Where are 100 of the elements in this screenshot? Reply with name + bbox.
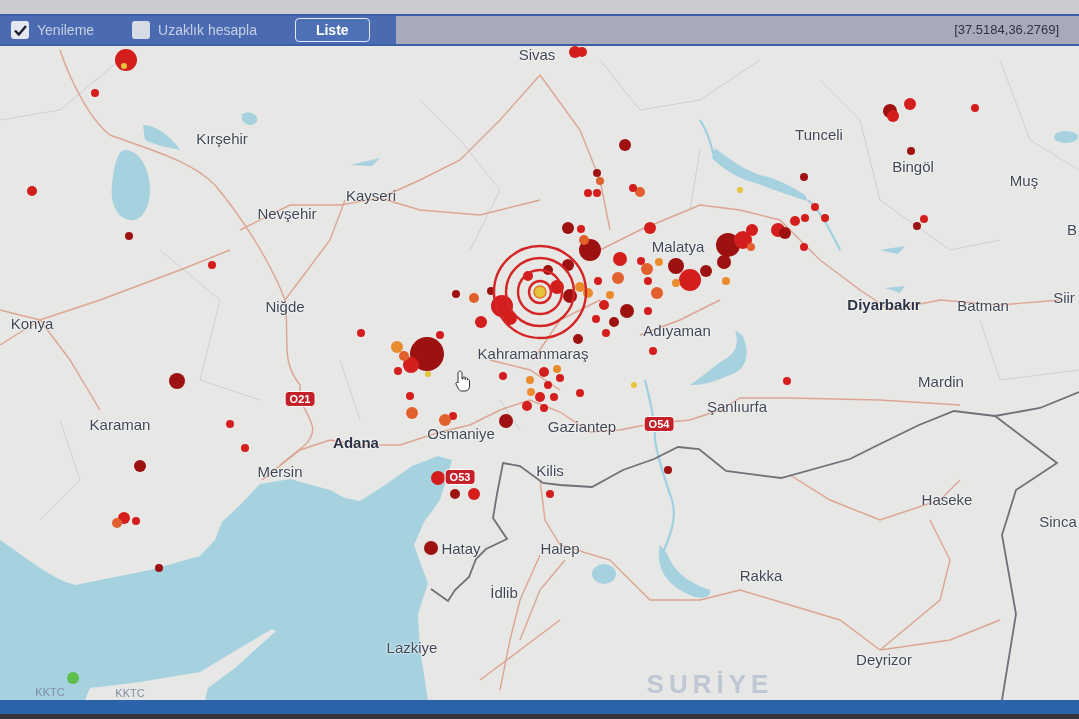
circle-marker-icon[interactable] <box>436 331 444 339</box>
circle-marker-icon[interactable] <box>469 293 479 303</box>
circle-marker-icon[interactable] <box>155 564 163 572</box>
circle-marker-icon[interactable] <box>503 311 517 325</box>
circle-marker-icon[interactable] <box>599 300 609 310</box>
circle-marker-icon[interactable] <box>535 392 545 402</box>
checkbox[interactable] <box>11 21 29 39</box>
circle-marker-icon[interactable] <box>904 98 916 110</box>
circle-marker-icon[interactable] <box>540 404 548 412</box>
circle-marker-icon[interactable] <box>734 231 752 249</box>
circle-marker-icon[interactable] <box>576 389 584 397</box>
circle-marker-icon[interactable] <box>132 517 140 525</box>
circle-marker-icon[interactable] <box>971 104 979 112</box>
circle-marker-icon[interactable] <box>747 243 755 251</box>
circle-marker-icon[interactable] <box>779 227 791 239</box>
circle-marker-icon[interactable] <box>672 279 680 287</box>
circle-marker-icon[interactable] <box>391 341 403 353</box>
checkbox-label[interactable]: Uzaklık hesapla <box>158 19 257 41</box>
circle-marker-icon[interactable] <box>575 282 585 292</box>
circle-marker-icon[interactable] <box>425 371 431 377</box>
circle-marker-icon[interactable] <box>594 277 602 285</box>
circle-marker-icon[interactable] <box>644 307 652 315</box>
circle-marker-icon[interactable] <box>722 277 730 285</box>
circle-marker-icon[interactable] <box>907 147 915 155</box>
checkbox-label[interactable]: Yenileme <box>37 19 95 41</box>
circle-marker-icon[interactable] <box>169 373 185 389</box>
circle-marker-icon[interactable] <box>746 224 758 236</box>
circle-marker-icon[interactable] <box>527 388 535 396</box>
circle-marker-icon[interactable] <box>800 173 808 181</box>
circle-marker-icon[interactable] <box>920 215 928 223</box>
circle-marker-icon[interactable] <box>649 347 657 355</box>
circle-marker-icon[interactable] <box>562 222 574 234</box>
circle-marker-icon[interactable] <box>27 186 37 196</box>
circle-marker-icon[interactable] <box>112 518 122 528</box>
circle-marker-icon[interactable] <box>637 257 645 265</box>
circle-marker-icon[interactable] <box>668 258 684 274</box>
circle-marker-icon[interactable] <box>550 280 564 294</box>
circle-marker-icon[interactable] <box>583 288 593 298</box>
circle-marker-icon[interactable] <box>406 407 418 419</box>
circle-marker-icon[interactable] <box>913 222 921 230</box>
circle-marker-icon[interactable] <box>800 243 808 251</box>
circle-marker-icon[interactable] <box>399 351 409 361</box>
circle-marker-icon[interactable] <box>579 235 589 245</box>
circle-marker-icon[interactable] <box>790 216 800 226</box>
list-button[interactable]: Liste <box>294 17 370 43</box>
circle-marker-icon[interactable] <box>539 367 549 377</box>
circle-marker-icon[interactable] <box>550 393 558 401</box>
circle-marker-icon[interactable] <box>91 89 99 97</box>
circle-marker-icon[interactable] <box>115 49 137 71</box>
circle-marker-icon[interactable] <box>593 189 601 197</box>
circle-marker-icon[interactable] <box>449 412 457 420</box>
circle-marker-icon[interactable] <box>613 252 627 266</box>
circle-marker-icon[interactable] <box>651 287 663 299</box>
circle-marker-icon[interactable] <box>635 187 645 197</box>
circle-marker-icon[interactable] <box>121 63 127 69</box>
circle-marker-icon[interactable] <box>523 271 533 281</box>
circle-marker-icon[interactable] <box>431 471 445 485</box>
circle-marker-icon[interactable] <box>394 367 402 375</box>
circle-marker-icon[interactable] <box>134 460 146 472</box>
circle-marker-icon[interactable] <box>522 401 532 411</box>
circle-marker-icon[interactable] <box>811 203 819 211</box>
circle-marker-icon[interactable] <box>125 232 133 240</box>
circle-marker-icon[interactable] <box>629 184 637 192</box>
circle-marker-icon[interactable] <box>619 139 631 151</box>
circle-marker-icon[interactable] <box>424 541 438 555</box>
circle-marker-icon[interactable] <box>226 420 234 428</box>
circle-marker-icon[interactable] <box>821 214 829 222</box>
circle-marker-icon[interactable] <box>241 444 249 452</box>
circle-marker-icon[interactable] <box>801 214 809 222</box>
circle-marker-icon[interactable] <box>577 47 587 57</box>
circle-marker-icon[interactable] <box>410 337 444 371</box>
circle-marker-icon[interactable] <box>700 265 712 277</box>
circle-marker-icon[interactable] <box>655 258 663 266</box>
circle-marker-icon[interactable] <box>499 414 513 428</box>
circle-marker-icon[interactable] <box>439 414 451 426</box>
circle-marker-icon[interactable] <box>546 490 554 498</box>
circle-marker-icon[interactable] <box>487 287 495 295</box>
circle-marker-icon[interactable] <box>644 277 652 285</box>
circle-marker-icon[interactable] <box>450 489 460 499</box>
circle-marker-icon[interactable] <box>556 374 564 382</box>
circle-marker-icon[interactable] <box>208 261 216 269</box>
circle-marker-icon[interactable] <box>584 189 592 197</box>
circle-marker-icon[interactable] <box>553 365 561 373</box>
circle-marker-icon[interactable] <box>67 672 79 684</box>
circle-marker-icon[interactable] <box>620 304 634 318</box>
circle-marker-icon[interactable] <box>596 177 604 185</box>
circle-marker-icon[interactable] <box>468 488 480 500</box>
circle-marker-icon[interactable] <box>612 272 624 284</box>
circle-marker-icon[interactable] <box>664 466 672 474</box>
circle-marker-icon[interactable] <box>602 329 610 337</box>
circle-marker-icon[interactable] <box>631 382 637 388</box>
circle-marker-icon[interactable] <box>526 376 534 384</box>
circle-marker-icon[interactable] <box>577 225 585 233</box>
circle-marker-icon[interactable] <box>887 110 899 122</box>
circle-marker-icon[interactable] <box>644 222 656 234</box>
circle-marker-icon[interactable] <box>593 169 601 177</box>
circle-marker-icon[interactable] <box>641 263 653 275</box>
circle-marker-icon[interactable] <box>606 291 614 299</box>
circle-marker-icon[interactable] <box>544 381 552 389</box>
circle-marker-icon[interactable] <box>563 289 577 303</box>
